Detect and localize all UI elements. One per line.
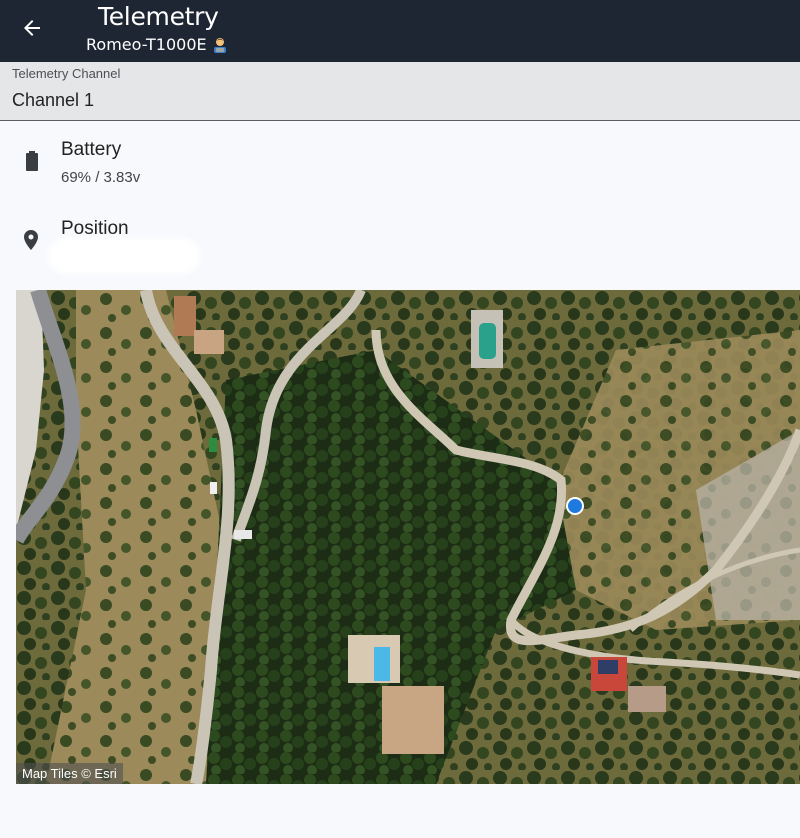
back-button[interactable] [14,10,50,46]
battery-value: 69% / 3.83v [61,169,141,186]
map-view[interactable]: Map Tiles © Esri [16,290,800,784]
telemetry-channel-select[interactable]: Telemetry Channel Channel 1 [0,62,800,121]
redacted-coordinates [52,242,196,270]
battery-title: Battery [61,139,122,160]
battery-icon [20,149,44,173]
telemetry-channel-value: Channel 1 [12,90,95,110]
node-subtitle: Romeo-T1000E [86,34,229,56]
arrow-left-icon [24,20,40,36]
position-title: Position [61,218,129,239]
node-name: Romeo-T1000E [86,35,207,54]
location-pin-icon [19,228,43,252]
app-bar: Telemetry Romeo-T1000E [0,0,800,62]
page-title: Telemetry [98,2,219,31]
person-technologist-emoji-icon [211,36,229,54]
telemetry-channel-label: Telemetry Channel [12,66,121,81]
node-position-marker[interactable] [566,497,584,515]
satellite-imagery [16,290,800,784]
map-attribution: Map Tiles © Esri [16,763,123,784]
